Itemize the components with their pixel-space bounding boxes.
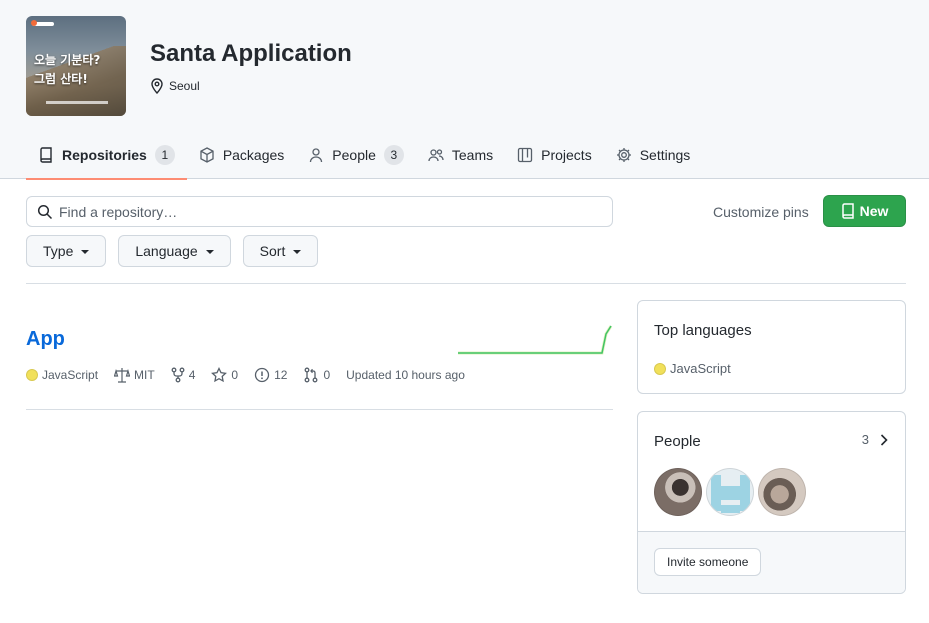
language-item[interactable]: JavaScript [654, 361, 731, 376]
tab-projects[interactable]: Projects [505, 131, 604, 179]
forks-count: 4 [188, 368, 196, 382]
org-avatar: 오늘 기분타? 그럼 산타! [26, 16, 126, 116]
top-languages-box: Top languages JavaScript [637, 300, 906, 394]
repo-icon [841, 203, 855, 219]
tab-label: Packages [222, 147, 285, 163]
pull-request-icon [303, 367, 319, 383]
logo-icon [31, 20, 54, 26]
tab-label: People [332, 147, 376, 163]
stars-count: 0 [231, 368, 239, 382]
activity-sparkline [458, 325, 613, 355]
invite-someone-button[interactable]: Invite someone [654, 548, 762, 576]
customize-pins-link[interactable]: Customize pins [713, 204, 809, 220]
star-icon [211, 367, 228, 383]
avatar[interactable] [654, 468, 702, 516]
gear-icon [616, 147, 632, 163]
new-button-label: New [859, 203, 889, 219]
org-avatar-text-2: 그럼 산타! [34, 72, 88, 86]
tab-people[interactable]: People 3 [296, 131, 416, 179]
tab-repositories[interactable]: Repositories 1 [26, 131, 187, 180]
tab-label: Projects [541, 147, 592, 163]
people-count: 3 [861, 432, 869, 447]
language-filter-label: Language [135, 243, 198, 259]
page-title: Santa Application [150, 40, 352, 67]
tab-settings[interactable]: Settings [604, 131, 703, 179]
search-input[interactable] [59, 203, 579, 220]
avatar-caption-bar [46, 101, 108, 104]
avatar[interactable] [706, 468, 754, 516]
sort-filter-button[interactable]: Sort [242, 235, 319, 267]
table-icon [517, 147, 533, 163]
language-color-dot [26, 369, 38, 381]
repo-meta: JavaScript MIT 4 0 12 0 Updated 10 hours… [26, 367, 481, 383]
pulls-count: 0 [323, 368, 331, 382]
fork-icon [171, 367, 185, 383]
avatar[interactable] [758, 468, 806, 516]
top-languages-title: Top languages [654, 322, 752, 339]
repo-updated: Updated 10 hours ago [346, 368, 465, 382]
new-repo-button[interactable]: New [823, 195, 906, 227]
caret-down-icon [205, 250, 214, 254]
sort-filter-label: Sort [259, 243, 286, 259]
repo-pulls[interactable]: 0 [303, 367, 330, 383]
people-count-link[interactable]: 3 [862, 432, 889, 447]
location-icon [150, 78, 164, 94]
divider [26, 409, 613, 410]
language-filter-button[interactable]: Language [118, 235, 231, 267]
law-icon [114, 367, 131, 383]
repo-forks[interactable]: 4 [171, 367, 196, 383]
repo-search[interactable] [26, 196, 613, 227]
search-icon [37, 204, 53, 220]
caret-down-icon [293, 250, 302, 254]
tab-label: Repositories [62, 147, 147, 163]
repo-name-link[interactable]: App [26, 328, 65, 351]
people-box-footer: Invite someone [638, 531, 905, 593]
tab-counter: 3 [383, 145, 404, 165]
chevron-right-icon [879, 433, 889, 447]
people-box: People 3 Invite someone [637, 411, 906, 594]
divider [26, 283, 906, 284]
type-filter-label: Type [43, 243, 74, 259]
repo-issues[interactable]: 12 [254, 367, 287, 383]
repo-stars[interactable]: 0 [211, 367, 238, 383]
person-icon [308, 147, 324, 163]
org-nav-tabs: Repositories 1 Packages People 3 Teams P… [26, 131, 703, 180]
repo-license: MIT [114, 367, 155, 383]
tab-label: Settings [639, 147, 691, 163]
people-icon [428, 147, 444, 163]
repo-icon [38, 147, 54, 163]
org-avatar-text-1: 오늘 기분타? [34, 53, 101, 67]
type-filter-button[interactable]: Type [26, 235, 107, 267]
location-label: Seoul [169, 79, 200, 93]
repo-filters: Type Language Sort [26, 235, 319, 267]
language-label: JavaScript [670, 361, 731, 376]
tab-packages[interactable]: Packages [187, 131, 296, 179]
language-color-dot [654, 362, 666, 375]
org-location: Seoul [150, 78, 200, 94]
repo-language: JavaScript [26, 368, 98, 382]
tab-label: Teams [451, 147, 494, 163]
tab-teams[interactable]: Teams [416, 131, 505, 179]
org-header: 오늘 기분타? 그럼 산타! Santa Application Seoul R… [0, 0, 929, 180]
issue-icon [254, 367, 270, 383]
people-avatars [654, 468, 806, 516]
package-icon [199, 147, 215, 163]
people-title[interactable]: People [654, 433, 701, 450]
caret-down-icon [81, 250, 90, 254]
tab-counter: 1 [154, 145, 175, 165]
language-label: JavaScript [42, 368, 99, 382]
license-label: MIT [134, 368, 155, 382]
issues-count: 12 [274, 368, 288, 382]
